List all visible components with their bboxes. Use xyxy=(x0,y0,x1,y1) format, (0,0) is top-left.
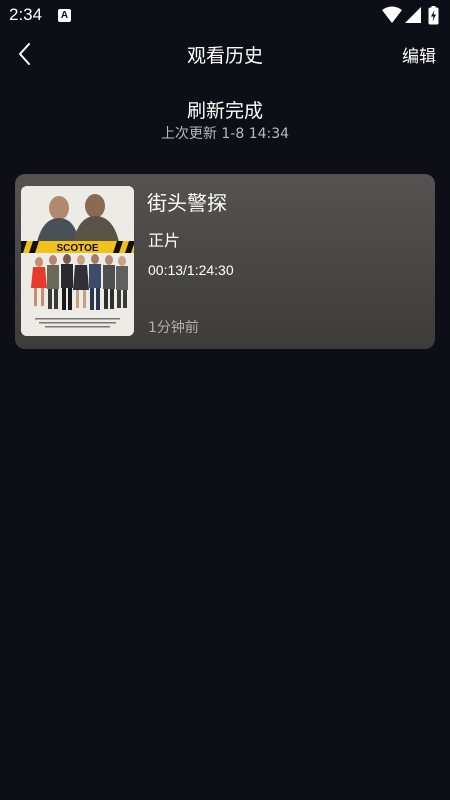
header: 观看历史 编辑 xyxy=(0,32,450,76)
poster-image: SCOTOE xyxy=(21,186,134,336)
notification-a-icon: A xyxy=(58,9,71,22)
refresh-status-title: 刷新完成 xyxy=(186,100,263,122)
status-icons xyxy=(382,6,442,26)
history-item[interactable]: SCOTOE 街头警探 正片 00:13/1:24:30 1分钟前 xyxy=(15,174,435,349)
movie-poster: SCOTOE xyxy=(21,186,134,336)
watched-time: 1分钟前 xyxy=(148,320,199,336)
status-time: 2:34 xyxy=(9,5,43,24)
poster-title-text: SCOTOE xyxy=(56,243,98,254)
video-title: 街头警探 xyxy=(147,191,227,215)
page-title: 观看历史 xyxy=(186,45,263,67)
battery-icon xyxy=(428,6,439,25)
last-updated-text: 上次更新 1-8 14:34 xyxy=(160,126,290,142)
episode-type: 正片 xyxy=(148,231,181,250)
edit-button[interactable]: 编辑 xyxy=(402,42,436,67)
status-bar: 2:34 A xyxy=(0,0,450,32)
signal-icon xyxy=(405,7,421,23)
wifi-icon xyxy=(382,6,402,23)
watch-progress: 00:13/1:24:30 xyxy=(148,262,234,278)
